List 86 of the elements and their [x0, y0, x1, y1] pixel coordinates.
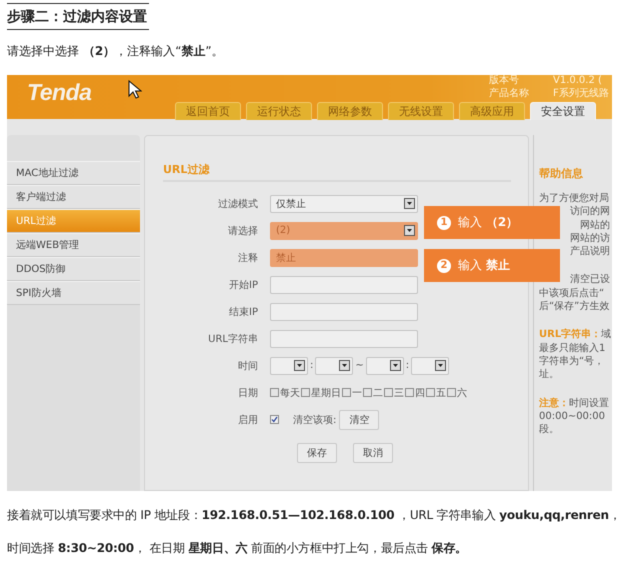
field-label: 过滤模式 — [217, 198, 258, 210]
help-text: 中该项后点击“ — [539, 288, 604, 299]
help-text: 时间设置 — [569, 398, 609, 409]
day-label: 六 — [457, 386, 467, 400]
input-field[interactable] — [270, 276, 418, 294]
info-label: 产品名称 — [489, 88, 530, 100]
help-text: 清空已设 — [570, 274, 610, 286]
input-field[interactable] — [270, 302, 418, 320]
time-separator: ~ — [355, 360, 364, 371]
instruction-text: 请选择中选择 （2），注释输入“禁止”。 — [7, 43, 225, 60]
help-text: 最多只能输入1 — [539, 342, 606, 354]
save-button[interactable]: 保存 — [297, 443, 337, 463]
checkbox[interactable] — [270, 388, 279, 397]
clear-label: 清空该项: — [293, 414, 336, 426]
time-separator: : — [406, 360, 410, 371]
time-separator: : — [310, 360, 314, 371]
day-label: 二 — [373, 386, 383, 400]
checkbox[interactable] — [405, 388, 414, 397]
select-field[interactable] — [315, 356, 354, 374]
step-number: 2 — [437, 258, 451, 272]
help-title: 帮助信息 — [539, 166, 584, 181]
help-text: 网站的 — [580, 220, 610, 231]
input-field[interactable] — [270, 330, 418, 348]
section-heading: 步骤二：过滤内容设置 — [7, 3, 149, 30]
body-text: 接着就可以填写要求中的 IP 地址段：192.168.0.51—102.168.0.100 ，URL 字符串输入 youku,qq,renren， — [7, 507, 622, 524]
select-field[interactable] — [366, 356, 404, 374]
body-text: 时间选择 8:30~20:00， 在日期 星期日、六 前面的小方框中打上勾，最后点击 保存。 — [7, 540, 468, 557]
help-text: 域 — [601, 329, 612, 340]
day-label: 五 — [436, 386, 446, 400]
field-label: 注释 — [237, 252, 258, 264]
select-field[interactable] — [411, 356, 450, 374]
day-label: 每天 — [280, 386, 300, 400]
help-text: 后“保存”方生效 — [539, 301, 610, 312]
info-label: 版本号 — [489, 75, 520, 87]
panel-title: URL过滤 — [163, 162, 511, 182]
help-text: 址。 — [539, 369, 559, 380]
help-text: 为了方便您对局 — [539, 193, 609, 204]
sidebar-item[interactable]: MAC地址过滤 — [7, 161, 140, 185]
clear-button[interactable]: 清空 — [339, 410, 380, 430]
checkbox[interactable] — [301, 388, 310, 397]
help-text: 段。 — [539, 424, 559, 436]
checkbox[interactable] — [363, 388, 372, 397]
field-label: 开始IP — [228, 278, 258, 292]
day-label: 三 — [394, 386, 404, 400]
checkbox[interactable] — [426, 388, 435, 397]
field-label: 启用 — [237, 414, 258, 426]
select-field[interactable]: 仅禁止 — [270, 194, 418, 212]
checkbox[interactable] — [384, 388, 393, 397]
nav-tab[interactable]: 安全设置 — [530, 102, 596, 120]
checkbox[interactable] — [447, 388, 456, 397]
dropdown-icon — [390, 360, 401, 371]
help-text: 字符串为“号， — [539, 356, 604, 367]
step-number: 1 — [437, 216, 451, 230]
checkbox[interactable] — [342, 388, 351, 397]
cancel-button[interactable]: 取消 — [353, 443, 393, 463]
sidebar-item[interactable]: SPI防火墙 — [7, 281, 140, 305]
logo-text: Tenda — [27, 79, 92, 106]
dropdown-icon — [435, 360, 446, 371]
field-label: 请选择 — [227, 224, 258, 238]
sidebar-item[interactable]: 客户端过滤 — [7, 185, 140, 209]
dropdown-icon — [339, 360, 350, 371]
dropdown-icon — [404, 225, 415, 236]
info-value: V1.0.0.2 ( — [553, 75, 603, 87]
callout-text: 输入 禁止 — [458, 257, 510, 274]
day-label: 一 — [352, 386, 362, 400]
help-term: 注意： — [539, 398, 569, 409]
help-text: 访问的网 — [570, 206, 610, 218]
help-text: 网站的访 — [570, 232, 610, 244]
day-label: 四 — [415, 386, 425, 400]
checkbox[interactable] — [270, 415, 279, 424]
field-label: URL字符串 — [207, 332, 258, 346]
dropdown-icon — [294, 360, 305, 371]
field-label: 日期 — [237, 386, 258, 400]
sidebar-item[interactable]: DDOS防御 — [7, 257, 140, 281]
sidebar-item[interactable]: 远端WEB管理 — [7, 233, 140, 257]
callout-text: 输入 （2） — [458, 214, 518, 231]
help-text: 00:00~00:00 — [539, 410, 606, 422]
field-label: 时间 — [237, 360, 258, 372]
field-label: 结束IP — [228, 306, 258, 318]
info-value: F系列无线路 — [553, 88, 609, 100]
cursor-icon — [128, 80, 142, 100]
day-label: 星期日 — [311, 386, 341, 400]
help-term: URL字符串： — [539, 329, 602, 340]
dropdown-icon — [404, 198, 415, 209]
help-text: 产品说明 — [570, 246, 610, 258]
select-field[interactable] — [270, 356, 308, 374]
